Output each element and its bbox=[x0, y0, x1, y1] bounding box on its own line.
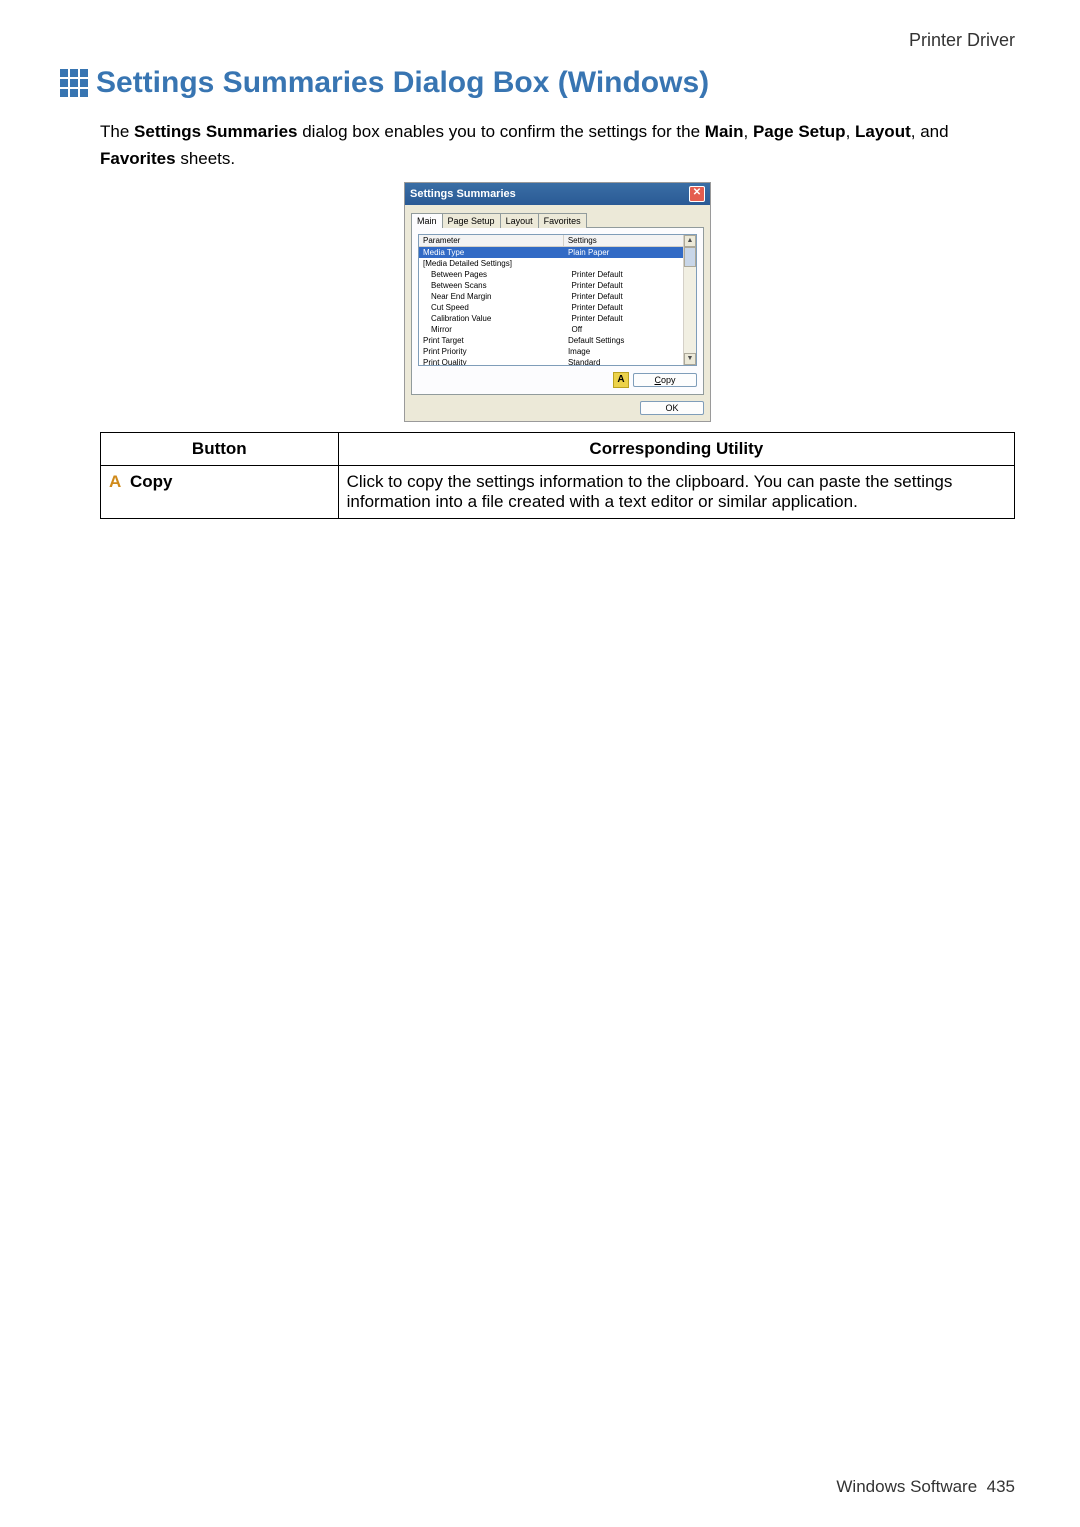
tab-favorites[interactable]: Favorites bbox=[538, 213, 587, 228]
marker-letter-a: A bbox=[109, 472, 121, 491]
dialog-title: Settings Summaries bbox=[410, 188, 516, 200]
dialog-tabs: Main Page Setup Layout Favorites bbox=[411, 213, 704, 228]
list-item[interactable]: [Media Detailed Settings] bbox=[419, 258, 684, 269]
list-item[interactable]: Media TypePlain Paper bbox=[419, 247, 684, 258]
settings-summaries-dialog: Settings Summaries ✕ Main Page Setup Lay… bbox=[404, 182, 711, 422]
scroll-thumb[interactable] bbox=[684, 247, 696, 267]
list-item[interactable]: Cut SpeedPrinter Default bbox=[419, 302, 684, 313]
header-parameter: Parameter bbox=[419, 235, 564, 246]
header-section-label: Printer Driver bbox=[100, 30, 1015, 51]
scrollbar[interactable]: ▲ ▼ bbox=[683, 235, 696, 365]
scroll-down-icon[interactable]: ▼ bbox=[684, 353, 696, 365]
intro-paragraph: The Settings Summaries dialog box enable… bbox=[100, 118, 1015, 172]
table-cell-button: A Copy bbox=[101, 466, 339, 519]
tab-page-setup[interactable]: Page Setup bbox=[442, 213, 501, 228]
tab-panel-main: ▲ ▼ Parameter Settings Media TypePlain P… bbox=[411, 227, 704, 395]
list-item[interactable]: Calibration ValuePrinter Default bbox=[419, 313, 684, 324]
header-settings: Settings bbox=[564, 235, 684, 246]
list-header: Parameter Settings bbox=[419, 235, 684, 247]
table-header-utility: Corresponding Utility bbox=[338, 433, 1014, 466]
copy-button[interactable]: Copy bbox=[633, 373, 697, 387]
list-item[interactable]: Between PagesPrinter Default bbox=[419, 269, 684, 280]
tab-layout[interactable]: Layout bbox=[500, 213, 539, 228]
ok-button[interactable]: OK bbox=[640, 401, 704, 415]
list-item[interactable]: Between ScansPrinter Default bbox=[419, 280, 684, 291]
table-cell-description: Click to copy the settings information t… bbox=[338, 466, 1014, 519]
list-item[interactable]: MirrorOff bbox=[419, 324, 684, 335]
list-item[interactable]: Print TargetDefault Settings bbox=[419, 335, 684, 346]
close-icon[interactable]: ✕ bbox=[689, 186, 705, 202]
page-footer: Windows Software 435 bbox=[836, 1477, 1015, 1497]
table-header-button: Button bbox=[101, 433, 339, 466]
page-title: Settings Summaries Dialog Box (Windows) bbox=[96, 66, 709, 100]
list-item[interactable]: Print QualityStandard bbox=[419, 357, 684, 366]
settings-list[interactable]: ▲ ▼ Parameter Settings Media TypePlain P… bbox=[418, 234, 697, 366]
heading-icon bbox=[60, 69, 88, 97]
list-item[interactable]: Near End MarginPrinter Default bbox=[419, 291, 684, 302]
scroll-up-icon[interactable]: ▲ bbox=[684, 235, 696, 247]
dialog-titlebar: Settings Summaries ✕ bbox=[405, 183, 710, 205]
callout-marker-a: A bbox=[613, 372, 629, 388]
list-item[interactable]: Print PriorityImage bbox=[419, 346, 684, 357]
tab-main[interactable]: Main bbox=[411, 213, 443, 228]
table-row: A Copy Click to copy the settings inform… bbox=[101, 466, 1015, 519]
button-description-table: Button Corresponding Utility A Copy Clic… bbox=[100, 432, 1015, 519]
